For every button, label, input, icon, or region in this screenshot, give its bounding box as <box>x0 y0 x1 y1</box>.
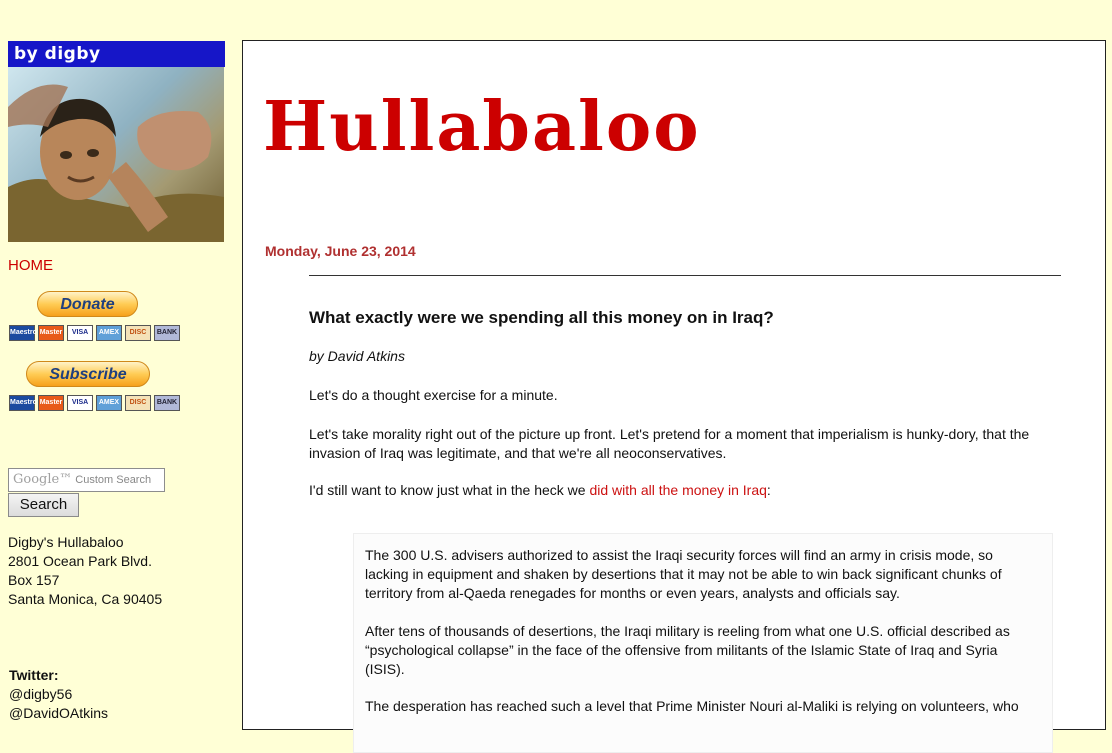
amex-card-icon: AMEX <box>96 395 122 411</box>
main-content: Hullabaloo Monday, June 23, 2014 What ex… <box>242 40 1106 753</box>
subscribe-button[interactable]: Subscribe <box>26 361 150 387</box>
bank-card-icon: BANK <box>154 325 180 341</box>
quote-paragraph: The desperation has reached such a level… <box>365 698 1019 714</box>
discover-card-icon: DISC <box>125 395 151 411</box>
search-button[interactable]: Search <box>8 493 79 517</box>
blog-title[interactable]: Hullabaloo <box>263 87 701 167</box>
visa-card-icon: VISA <box>67 395 93 411</box>
donate-card-icons: Maestro Master VISA AMEX DISC BANK <box>9 325 180 341</box>
quote-paragraph: The 300 U.S. advisers authorized to assi… <box>365 547 1002 601</box>
home-link[interactable]: HOME <box>8 257 53 274</box>
subscribe-card-icons: Maestro Master VISA AMEX DISC BANK <box>9 395 180 411</box>
mailing-address: Digby's Hullabaloo 2801 Ocean Park Blvd.… <box>8 533 162 609</box>
post-paragraph: Let's do a thought exercise for a minute… <box>309 387 558 403</box>
post-title[interactable]: What exactly were we spending all this m… <box>309 308 774 328</box>
maestro-card-icon: Maestro <box>9 395 37 411</box>
maestro-card-icon: Maestro <box>9 325 37 341</box>
sidebar: by digby <box>8 41 228 242</box>
address-line: 2801 Ocean Park Blvd. <box>8 553 152 569</box>
address-line: Digby's Hullabaloo <box>8 534 124 550</box>
post-date: Monday, June 23, 2014 <box>265 243 416 259</box>
post-paragraph: Let's take morality right out of the pic… <box>309 426 1030 461</box>
paragraph-text: : <box>766 482 771 498</box>
address-line: Santa Monica, Ca 90405 <box>8 591 163 607</box>
paragraph-text: I'd still want to know just what in the … <box>309 482 590 498</box>
amex-card-icon: AMEX <box>96 325 122 341</box>
twitter-handle-link[interactable]: @DavidOAtkins <box>9 704 108 723</box>
post-paragraph: I'd still want to know just what in the … <box>309 481 1069 500</box>
search-input[interactable]: Google™ Custom Search <box>8 468 165 492</box>
search-placeholder: Custom Search <box>75 474 152 486</box>
twitter-handle-link[interactable]: @digby56 <box>9 685 108 704</box>
author-portrait-image <box>8 67 224 242</box>
post-byline: by David Atkins <box>309 348 405 364</box>
bank-card-icon: BANK <box>154 395 180 411</box>
blockquote: The 300 U.S. advisers authorized to assi… <box>353 533 1053 753</box>
sidebar-banner: by digby <box>8 41 225 67</box>
visa-card-icon: VISA <box>67 325 93 341</box>
donate-button[interactable]: Donate <box>37 291 138 317</box>
google-logo: Google™ <box>13 472 73 487</box>
address-line: Box 157 <box>8 572 60 588</box>
discover-card-icon: DISC <box>125 325 151 341</box>
quote-paragraph: After tens of thousands of desertions, t… <box>365 623 1010 677</box>
money-in-iraq-link[interactable]: did with all the money in Iraq <box>589 482 766 498</box>
twitter-section: Twitter: @digby56 @DavidOAtkins <box>9 666 108 723</box>
mastercard-icon: Master <box>38 395 64 411</box>
portrait-illustration <box>8 84 224 242</box>
twitter-heading: Twitter: <box>9 667 59 683</box>
mastercard-icon: Master <box>38 325 64 341</box>
date-divider <box>309 275 1061 276</box>
